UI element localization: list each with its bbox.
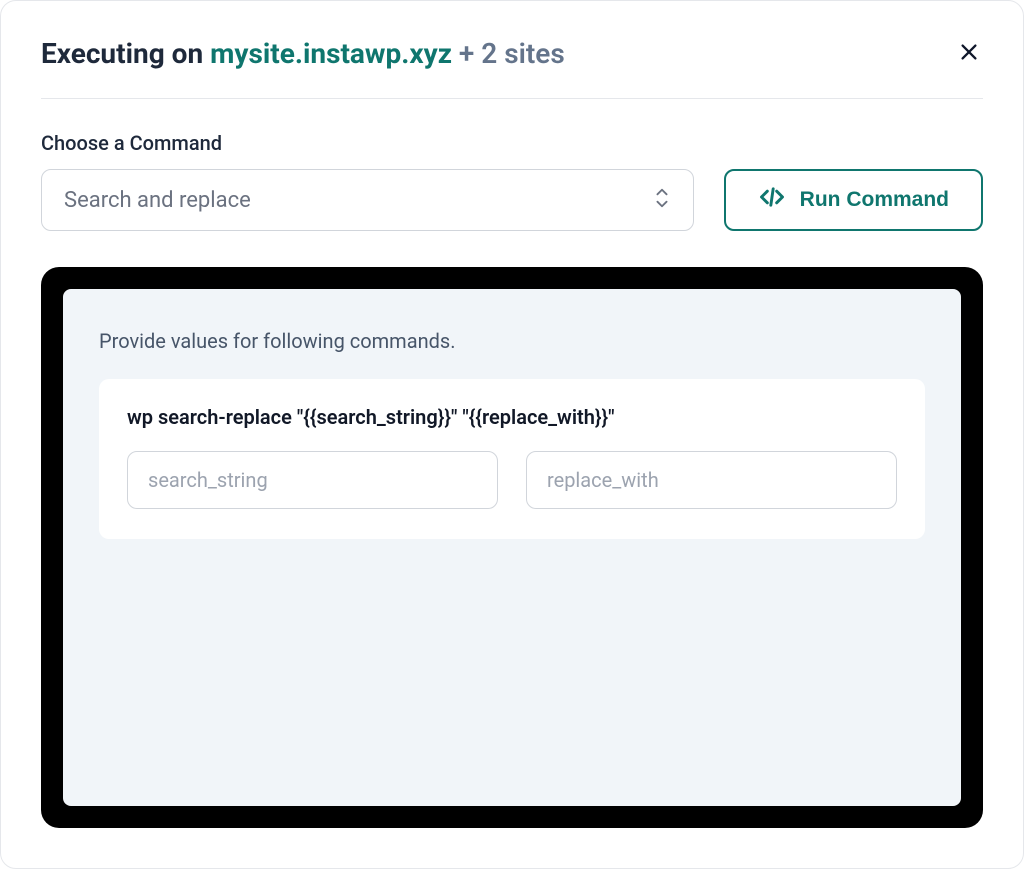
controls-section: Choose a Command Search and replace xyxy=(41,99,983,231)
command-select-value: Search and replace xyxy=(64,188,251,213)
command-template-text: wp search-replace "{{search_string}}" "{… xyxy=(127,405,897,429)
controls-row: Search and replace Run Command xyxy=(41,169,983,231)
replace-with-input[interactable] xyxy=(526,451,897,509)
command-card: wp search-replace "{{search_string}}" "{… xyxy=(99,379,925,539)
dialog-header: Executing on mysite.instawp.xyz + 2 site… xyxy=(41,37,983,99)
title-prefix: Executing on xyxy=(41,37,210,70)
command-inputs-row xyxy=(127,451,897,509)
close-icon xyxy=(958,41,980,67)
search-string-input[interactable] xyxy=(127,451,498,509)
choose-command-label: Choose a Command xyxy=(41,131,983,155)
code-icon xyxy=(758,183,786,217)
run-command-button[interactable]: Run Command xyxy=(724,169,983,231)
chevron-up-down-icon xyxy=(653,187,671,213)
title-site: mysite.instawp.xyz xyxy=(210,37,452,70)
run-command-label: Run Command xyxy=(800,188,949,212)
provide-values-text: Provide values for following commands. xyxy=(99,329,925,353)
terminal-frame: Provide values for following commands. w… xyxy=(41,267,983,828)
command-select[interactable]: Search and replace xyxy=(41,169,694,231)
title-suffix: + 2 sites xyxy=(452,37,565,70)
execute-command-dialog: Executing on mysite.instawp.xyz + 2 site… xyxy=(0,0,1024,869)
dialog-title: Executing on mysite.instawp.xyz + 2 site… xyxy=(41,37,565,70)
close-button[interactable] xyxy=(955,40,983,68)
terminal-panel: Provide values for following commands. w… xyxy=(63,289,961,806)
